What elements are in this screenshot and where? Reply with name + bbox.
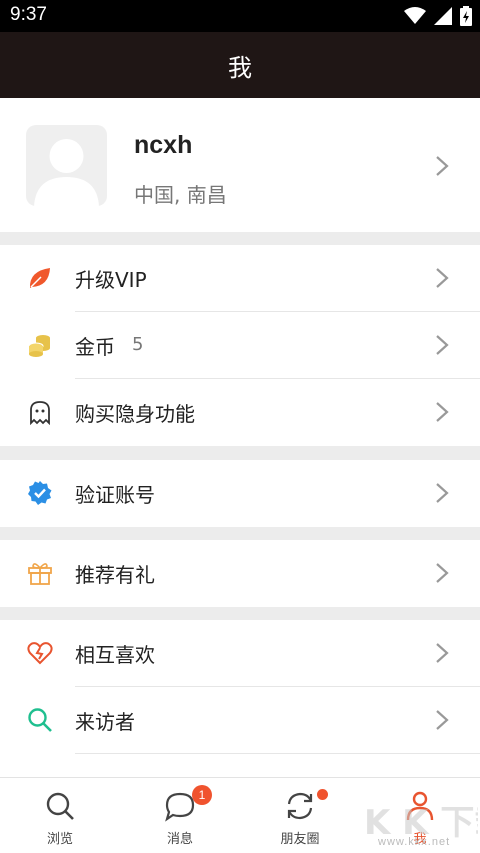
chevron-right-icon (436, 563, 449, 583)
browse-search-icon (46, 792, 74, 820)
coins-count: 5 (132, 334, 144, 355)
search-icon (28, 708, 52, 732)
gift-icon (28, 563, 52, 585)
menu-item-verify-account[interactable]: 验证账号 (0, 460, 480, 527)
menu-group-verify: 验证账号 (0, 460, 480, 527)
tab-moments[interactable]: 朋友圈 (240, 778, 360, 853)
menu-item-label: 来访者 (75, 710, 135, 734)
profile-location: 中国, 南昌 (134, 183, 227, 207)
tab-browse[interactable]: 浏览 (0, 778, 120, 853)
refresh-icon (287, 792, 313, 820)
menu-group-social: 相互喜欢 来访者 (0, 620, 480, 777)
coins-icon (28, 335, 50, 357)
title-bar: 我 (0, 32, 480, 98)
menu-item-label: 推荐有礼 (75, 563, 155, 587)
profile-card[interactable]: ncxh 中国, 南昌 (0, 98, 480, 232)
menu-item-label: 相互喜欢 (75, 643, 155, 667)
menu-item-referral[interactable]: 推荐有礼 (0, 540, 480, 607)
menu-group-account: 升级VIP 金币 5 购买隐身功能 (0, 245, 480, 446)
chevron-right-icon (436, 402, 449, 422)
heart-icon (27, 642, 53, 665)
tab-label: 浏览 (46, 832, 73, 847)
menu-item-label: 金币 (75, 335, 115, 359)
chevron-right-icon (436, 483, 449, 503)
ghost-icon (30, 401, 50, 425)
wifi-icon (404, 7, 426, 24)
chevron-right-icon (436, 335, 449, 355)
battery-icon (460, 6, 472, 26)
default-avatar-icon (34, 139, 99, 206)
tab-label: 消息 (166, 832, 193, 847)
menu-item-label: 升级VIP (75, 268, 147, 292)
status-bar: 9:37 (0, 0, 480, 32)
chevron-right-icon (436, 268, 449, 288)
chevron-right-icon (436, 710, 449, 730)
menu-item-label: 购买隐身功能 (75, 402, 195, 426)
watermark-text: www.kkx.net (378, 836, 451, 848)
signal-icon (434, 7, 452, 25)
menu-item-mutual-likes[interactable]: 相互喜欢 (0, 620, 480, 687)
status-icons (404, 6, 472, 26)
chevron-right-icon (436, 643, 449, 663)
status-time: 9:37 (10, 4, 47, 25)
menu-group-referral: 推荐有礼 (0, 540, 480, 607)
profile-username: ncxh (134, 131, 193, 159)
tab-messages[interactable]: 消息 (120, 778, 240, 853)
verified-icon (28, 481, 52, 505)
divider (75, 753, 480, 754)
menu-item-upgrade-vip[interactable]: 升级VIP (0, 245, 480, 312)
avatar[interactable] (26, 125, 107, 206)
tab-label: 朋友圈 (280, 832, 320, 847)
menu-item-label: 验证账号 (75, 483, 155, 507)
page-title: 我 (228, 53, 252, 82)
chevron-right-icon (436, 156, 449, 176)
leaf-icon (29, 268, 50, 288)
moments-dot (317, 789, 328, 800)
menu-item-coins[interactable]: 金币 5 (0, 312, 480, 379)
messages-badge: 1 (192, 785, 212, 805)
menu-item-buy-invisible[interactable]: 购买隐身功能 (0, 379, 480, 446)
menu-item-visitors[interactable]: 来访者 (0, 687, 480, 754)
